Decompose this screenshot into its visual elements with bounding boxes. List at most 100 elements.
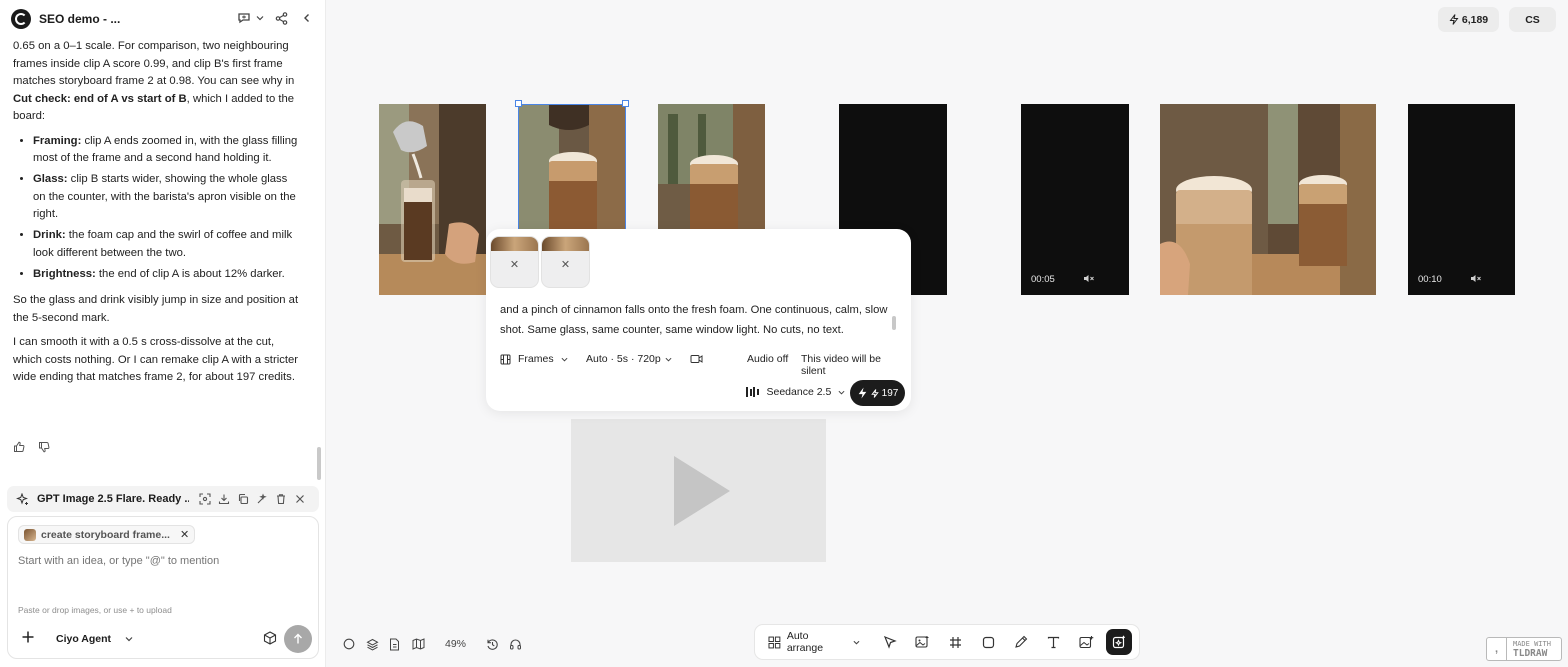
- bolt-outline-icon: [870, 388, 879, 398]
- generation-status-bar: GPT Image 2.5 Flare. Ready ...: [7, 486, 319, 512]
- agent-name: Ciyo Agent: [56, 633, 112, 645]
- prompt-input[interactable]: [18, 555, 308, 567]
- generate-button[interactable]: 197: [850, 380, 905, 406]
- credits-badge[interactable]: 6,189: [1438, 7, 1499, 32]
- media-add-tool-icon[interactable]: [1070, 629, 1103, 655]
- muted-icon[interactable]: [1083, 274, 1095, 284]
- zoom-level[interactable]: 49%: [445, 638, 466, 650]
- chat-paragraph: 0.65 on a 0–1 scale. For comparison, two…: [13, 40, 295, 122]
- chevron-down-icon: [853, 640, 860, 645]
- select-tool-icon[interactable]: [874, 629, 907, 655]
- generation-status-text: GPT Image 2.5 Flare. Ready ...: [37, 493, 189, 505]
- chevron-down-icon: [125, 637, 133, 642]
- thumbs-down-icon[interactable]: [38, 441, 51, 454]
- message-feedback: [13, 441, 51, 455]
- cube-icon[interactable]: [263, 631, 277, 645]
- chip-thumbnail: [24, 528, 36, 541]
- agent-selector[interactable]: Ciyo Agent: [56, 633, 133, 645]
- list-item: Brightness: the end of clip A is about 1…: [33, 266, 303, 284]
- model-logo-icon: [746, 387, 759, 397]
- tldraw-text: MADE WITH TLDRAW: [1513, 640, 1551, 659]
- made-with-tldraw-badge[interactable]: , MADE WITH TLDRAW: [1486, 637, 1562, 661]
- document-icon[interactable]: [389, 638, 402, 651]
- tldraw-logo-icon: ,: [1487, 638, 1507, 660]
- magic-wand-icon[interactable]: [256, 492, 269, 506]
- app-logo-icon[interactable]: [11, 9, 31, 29]
- bolt-icon: [858, 387, 866, 399]
- video-settings-row: Frames Auto · 5s · 720p Audio off This v…: [500, 353, 904, 377]
- chat-scrollbar-thumb[interactable]: [317, 447, 321, 480]
- storyboard-frame-1[interactable]: [379, 104, 486, 295]
- headset-icon[interactable]: [509, 638, 522, 651]
- resize-handle[interactable]: [515, 100, 522, 107]
- layers-icon[interactable]: [366, 638, 379, 651]
- chevron-down-icon[interactable]: [252, 10, 268, 26]
- muted-icon[interactable]: [1470, 274, 1482, 284]
- model-selector[interactable]: Seedance 2.5: [746, 386, 845, 398]
- frame-image: [379, 104, 486, 295]
- chevron-down-icon: [838, 390, 845, 395]
- frame-image: [1160, 104, 1376, 295]
- history-icon[interactable]: [486, 638, 499, 651]
- focus-icon[interactable]: [199, 492, 212, 506]
- chat-composer: create storyboard frame... ✕ Paste or dr…: [7, 516, 319, 659]
- bolt-icon: [1449, 14, 1459, 25]
- chat-paragraph: I can smooth it with a 0.5 s cross-disso…: [13, 336, 299, 383]
- image-tool-icon[interactable]: [906, 629, 939, 655]
- close-icon[interactable]: [294, 493, 307, 506]
- chat-header: SEO demo - ...: [0, 0, 326, 38]
- trash-icon[interactable]: [275, 493, 288, 506]
- remove-reference-icon[interactable]: ✕: [542, 258, 589, 271]
- clip-duration: 00:10: [1418, 274, 1442, 285]
- audio-toggle[interactable]: Audio off: [747, 353, 788, 365]
- thumb-image: [542, 237, 589, 251]
- frame-tool-icon[interactable]: [939, 629, 972, 655]
- board-reference: Cut check: end of A vs start of B: [13, 92, 187, 105]
- rectangle-tool-icon[interactable]: [972, 629, 1005, 655]
- video-placeholder[interactable]: [571, 419, 826, 562]
- text-tool-icon[interactable]: [1037, 629, 1070, 655]
- chat-scrollbar[interactable]: [316, 40, 322, 480]
- video-settings-selector[interactable]: Auto · 5s · 720p: [586, 353, 672, 365]
- comparison-list: Framing: clip A ends zoomed in, with the…: [13, 133, 303, 284]
- frames-selector[interactable]: Frames: [500, 353, 568, 365]
- upload-hint: Paste or drop images, or use + to upload: [18, 605, 172, 615]
- user-avatar[interactable]: CS: [1509, 7, 1556, 32]
- chat-history-icon[interactable]: [236, 10, 252, 26]
- auto-arrange-button[interactable]: Auto arrange: [768, 630, 860, 654]
- clip-duration: 00:05: [1031, 274, 1055, 285]
- reference-frame-thumb[interactable]: ✕: [490, 236, 539, 288]
- download-icon[interactable]: [218, 493, 231, 506]
- add-attachment-button[interactable]: [21, 630, 37, 646]
- circle-icon[interactable]: [343, 638, 356, 651]
- prompt-scrollbar[interactable]: [892, 316, 896, 330]
- share-icon[interactable]: [273, 10, 289, 26]
- resize-handle[interactable]: [622, 100, 629, 107]
- pencil-tool-icon[interactable]: [1004, 629, 1037, 655]
- remove-chip-icon[interactable]: ✕: [180, 528, 189, 541]
- play-icon[interactable]: [673, 455, 730, 526]
- copy-icon[interactable]: [237, 493, 250, 506]
- map-icon[interactable]: [412, 637, 425, 651]
- video-clip-a[interactable]: 00:05: [1021, 104, 1129, 295]
- chat-paragraph: So the glass and drink visibly jump in s…: [13, 294, 299, 324]
- project-title[interactable]: SEO demo - ...: [39, 12, 120, 26]
- context-chip[interactable]: create storyboard frame... ✕: [18, 525, 196, 544]
- list-item: Drink: the foam cap and the swirl of cof…: [33, 227, 303, 262]
- canvas-toolbar: Auto arrange: [754, 624, 1140, 660]
- camera-icon[interactable]: [690, 354, 703, 364]
- generation-actions: [199, 492, 307, 506]
- video-clip-b[interactable]: 00:10: [1408, 104, 1515, 295]
- ai-generate-tool-icon[interactable]: [1106, 629, 1133, 655]
- prompt-textarea[interactable]: and a pinch of cinnamon falls onto the f…: [500, 300, 892, 340]
- video-prompt-card: ✕ ✕ and a pinch of cinnamon falls onto t…: [486, 229, 911, 411]
- cut-check-comparison[interactable]: [1160, 104, 1376, 295]
- remove-reference-icon[interactable]: ✕: [491, 258, 538, 271]
- reference-frame-thumb[interactable]: ✕: [541, 236, 590, 288]
- grid-icon: [768, 636, 781, 648]
- collapse-panel-icon[interactable]: [299, 10, 315, 26]
- generate-row: Seedance 2.5 197: [486, 380, 911, 406]
- send-button[interactable]: [284, 625, 312, 653]
- film-icon: [500, 354, 511, 364]
- thumbs-up-icon[interactable]: [13, 441, 26, 454]
